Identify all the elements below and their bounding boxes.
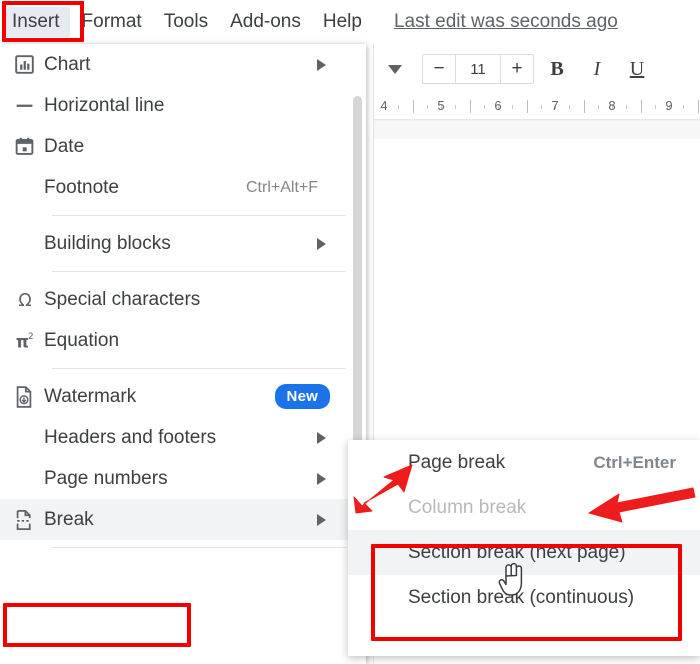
menu-item-break[interactable]: Break (0, 499, 366, 540)
ruler-tick-label: 6 (494, 98, 502, 113)
submenu-item-label: Page break (408, 451, 506, 473)
font-size-stepper: − 11 + (422, 54, 534, 84)
pi-squared-icon: π 2 (14, 330, 44, 352)
italic-button[interactable]: I (580, 53, 614, 85)
menu-item-special-characters[interactable]: Ω Special characters (0, 279, 366, 320)
menu-item-label: Building blocks (44, 232, 171, 254)
ruler-tick-mark (427, 105, 428, 109)
ruler-tick-label: 8 (608, 98, 616, 113)
svg-text:2: 2 (28, 331, 34, 342)
formatting-toolbar: − 11 + B I U (374, 44, 700, 94)
ruler-tick-mark (398, 105, 399, 109)
decrease-font-size-button[interactable]: − (423, 55, 455, 83)
insert-dropdown-menu: Chart Horizontal line Date Footnote Ctrl… (0, 44, 366, 664)
submenu-arrow-icon (317, 472, 326, 485)
divider (52, 368, 346, 369)
omega-icon: Ω (14, 289, 44, 311)
menu-item-label: Special characters (44, 288, 201, 310)
menu-help[interactable]: Help (313, 7, 372, 37)
submenu-item-label: Section break (next page) (408, 541, 626, 563)
menu-item-label: Equation (44, 329, 120, 351)
menu-tools[interactable]: Tools (154, 7, 218, 37)
menu-item-footnote[interactable]: Footnote Ctrl+Alt+F (0, 167, 366, 208)
new-badge: New (274, 384, 330, 409)
submenu-item-column-break: Column break (348, 485, 700, 530)
submenu-arrow-icon (317, 513, 326, 526)
submenu-arrow-icon (317, 237, 326, 250)
ruler-tick-mark (470, 100, 471, 113)
menu-item-label: Chart (44, 53, 91, 75)
page-top-shade (374, 121, 700, 139)
ruler-tick-mark (598, 105, 599, 109)
menu-item-horizontal-line[interactable]: Horizontal line (0, 85, 366, 126)
horizontal-line-icon (14, 95, 44, 116)
menu-item-label: Page numbers (44, 467, 168, 489)
ruler-tick-label: 9 (665, 98, 673, 113)
ruler-tick-label: 7 (551, 98, 559, 113)
submenu-item-label: Column break (408, 496, 527, 518)
break-submenu: Page break Ctrl+Enter Column break Secti… (348, 440, 700, 656)
bold-button[interactable]: B (540, 53, 574, 85)
ruler-tick-mark (584, 100, 585, 113)
ruler-tick-label: 5 (437, 98, 445, 113)
menu-item-label: Break (44, 508, 94, 530)
menu-item-label: Horizontal line (44, 94, 165, 116)
menu-item-building-blocks[interactable]: Building blocks (0, 223, 366, 264)
submenu-item-section-break-next-page[interactable]: Section break (next page) (348, 530, 700, 575)
chart-icon (14, 54, 44, 75)
ruler-tick-mark (626, 105, 627, 109)
menu-add-ons[interactable]: Add-ons (220, 7, 311, 37)
ruler-tick-mark (512, 105, 513, 109)
break-icon (14, 509, 44, 531)
ruler-tick-mark (455, 105, 456, 109)
ruler-tick-mark (569, 105, 570, 109)
increase-font-size-button[interactable]: + (501, 55, 533, 83)
screenshot-root: Insert Format Tools Add-ons Help Last ed… (0, 0, 700, 664)
submenu-item-label: Section break (continuous) (408, 586, 635, 608)
ruler-tick-mark (413, 100, 414, 113)
menu-bar: Insert Format Tools Add-ons Help Last ed… (0, 0, 700, 44)
divider (52, 271, 346, 272)
menu-item-label: Date (44, 135, 85, 157)
ruler-tick-label: 4 (380, 98, 388, 113)
ruler-tick-mark (698, 100, 699, 113)
menu-item-label: Watermark (44, 385, 137, 407)
menu-item-watermark[interactable]: Watermark New (0, 376, 366, 417)
horizontal-ruler[interactable]: 4 5 6 7 8 9 (374, 94, 700, 120)
divider (52, 547, 346, 548)
submenu-item-page-break[interactable]: Page break Ctrl+Enter (348, 440, 700, 485)
submenu-arrow-icon (317, 58, 326, 71)
ruler-tick-mark (527, 100, 528, 113)
divider (52, 215, 346, 216)
menu-item-headers-and-footers[interactable]: Headers and footers (0, 417, 366, 458)
watermark-icon (14, 385, 44, 408)
menu-item-label: Headers and footers (44, 426, 217, 448)
menu-insert[interactable]: Insert (2, 7, 70, 37)
chevron-down-icon[interactable] (388, 64, 402, 74)
menu-item-date[interactable]: Date (0, 126, 366, 167)
ruler-tick-mark (484, 105, 485, 109)
ruler-tick-mark (683, 105, 684, 109)
underline-button[interactable]: U (620, 53, 654, 85)
svg-text:Ω: Ω (18, 290, 31, 310)
submenu-arrow-icon (317, 431, 326, 444)
shortcut-label: Ctrl+Enter (593, 452, 676, 472)
ruler-tick-mark (641, 100, 642, 113)
ruler-tick-mark (541, 105, 542, 109)
shortcut-label: Ctrl+Alt+F (245, 178, 318, 196)
menu-item-chart[interactable]: Chart (0, 44, 366, 85)
menu-item-equation[interactable]: π 2 Equation (0, 320, 366, 361)
last-edit-status[interactable]: Last edit was seconds ago (394, 11, 618, 33)
font-size-input[interactable]: 11 (456, 55, 500, 83)
calendar-icon (14, 136, 44, 157)
menu-item-label: Footnote (44, 176, 119, 198)
menu-item-page-numbers[interactable]: Page numbers (0, 458, 366, 499)
ruler-tick-mark (655, 105, 656, 109)
menu-format[interactable]: Format (72, 7, 152, 37)
submenu-item-section-break-continuous[interactable]: Section break (continuous) (348, 575, 700, 620)
